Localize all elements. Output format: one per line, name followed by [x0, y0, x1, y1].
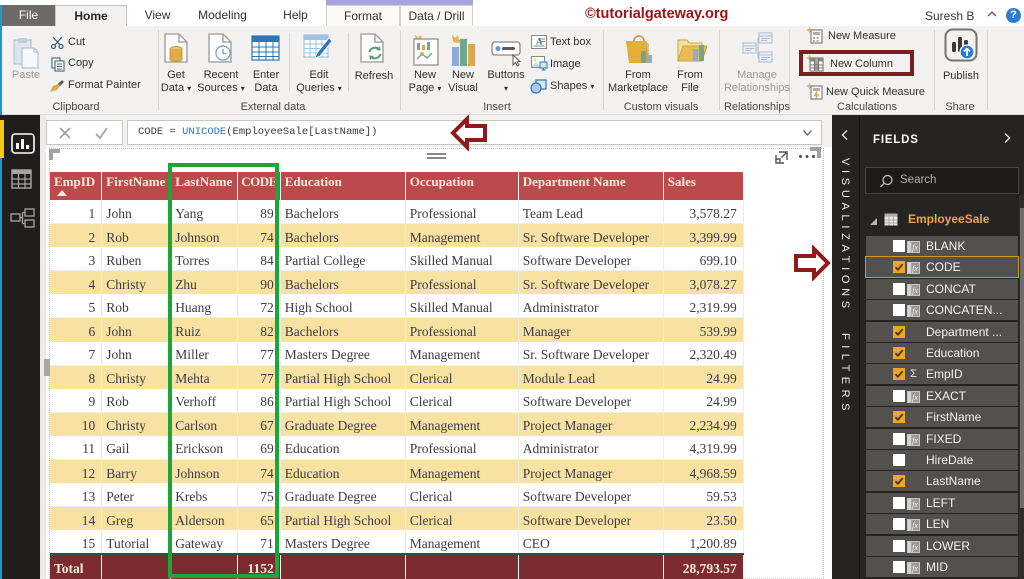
svg-text:fx: fx — [912, 521, 918, 530]
svg-text:fx: fx — [912, 286, 918, 295]
svg-text:fx: fx — [912, 307, 918, 316]
svg-text:fx: fx — [912, 264, 918, 273]
svg-text:fx: fx — [912, 500, 918, 509]
svg-text:fx: fx — [912, 393, 918, 402]
svg-text:fx: fx — [912, 564, 918, 573]
svg-text:fx: fx — [912, 436, 918, 445]
svg-text:fx: fx — [912, 243, 918, 252]
svg-text:fx: fx — [912, 543, 918, 552]
